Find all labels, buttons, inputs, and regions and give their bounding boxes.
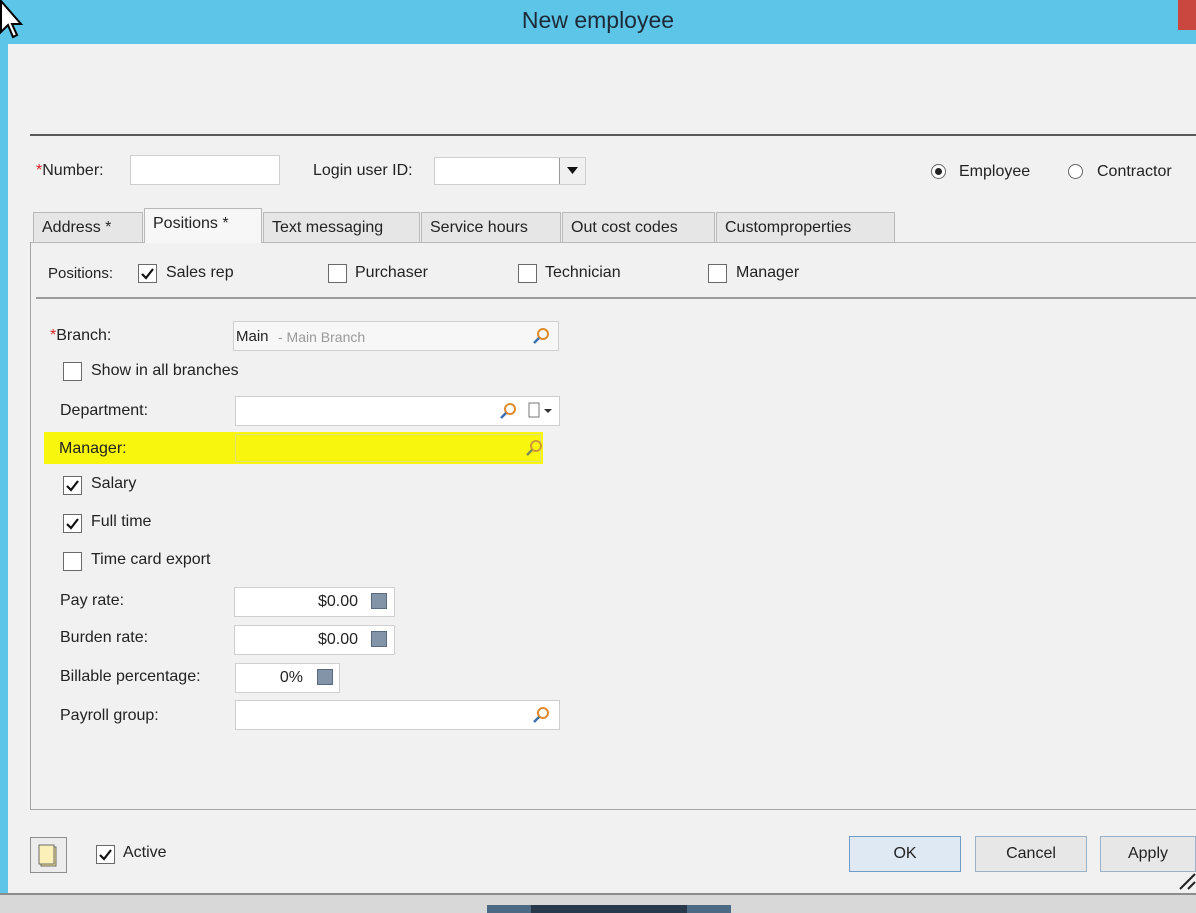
contractor-radio-label: Contractor	[1097, 163, 1172, 180]
full-time-label: Full time	[91, 513, 152, 530]
technician-label: Technician	[545, 264, 621, 281]
window-title: New employee	[521, 7, 675, 33]
tab-service-hours[interactable]: Service hours	[421, 212, 561, 242]
payroll-group-field[interactable]	[235, 700, 560, 730]
technician-checkbox[interactable]	[518, 264, 537, 283]
mouse-cursor-icon	[0, 0, 24, 39]
manager-label: Manager:	[59, 440, 127, 457]
cancel-button[interactable]: Cancel	[975, 836, 1087, 872]
pay-rate-label: Pay rate:	[60, 592, 125, 609]
show-all-branches-checkbox[interactable]	[63, 362, 82, 381]
header-separator	[30, 134, 1196, 136]
tab-customproperties[interactable]: Customproperties	[716, 212, 895, 242]
purchaser-label: Purchaser	[355, 264, 428, 281]
sales-rep-label: Sales rep	[166, 264, 234, 281]
notes-icon	[38, 844, 57, 867]
burden-rate-label: Burden rate:	[60, 629, 149, 646]
resize-grip-icon[interactable]	[1176, 870, 1196, 890]
manager-position-label: Manager	[736, 264, 800, 281]
sales-rep-checkbox[interactable]	[138, 264, 157, 283]
window-border	[0, 44, 8, 904]
number-input[interactable]	[130, 155, 280, 185]
login-user-id-label: Login user ID:	[313, 162, 413, 179]
branch-field[interactable]: Main - Main Branch	[233, 321, 559, 351]
employee-radio-label: Employee	[959, 163, 1031, 180]
show-all-branches-label: Show in all branches	[91, 362, 239, 379]
manager-field[interactable]	[235, 434, 544, 462]
contractor-radio[interactable]	[1068, 164, 1083, 179]
search-icon[interactable]	[533, 706, 551, 724]
close-button[interactable]	[1178, 0, 1196, 30]
new-record-dropdown-icon[interactable]	[527, 402, 555, 420]
number-label: *Number:	[36, 162, 104, 179]
branch-description: - Main Branch	[278, 329, 366, 345]
search-icon[interactable]	[533, 327, 551, 345]
calculator-icon[interactable]	[371, 593, 387, 609]
checkmark-icon	[66, 480, 79, 492]
ok-button[interactable]: OK	[849, 836, 961, 872]
checkmark-icon	[99, 849, 112, 861]
taskbar-button[interactable]	[487, 905, 531, 913]
salary-checkbox[interactable]	[63, 476, 82, 495]
purchaser-checkbox[interactable]	[328, 264, 347, 283]
search-icon[interactable]	[500, 402, 518, 420]
positions-panel	[30, 242, 1196, 810]
branch-code: Main	[236, 328, 269, 345]
login-user-id-combo[interactable]	[434, 157, 586, 185]
tab-positions[interactable]: Positions *	[144, 208, 262, 243]
search-icon[interactable]	[526, 439, 544, 457]
manager-position-checkbox[interactable]	[708, 264, 727, 283]
checkmark-icon	[141, 268, 154, 280]
active-label: Active	[123, 844, 167, 861]
employee-radio[interactable]	[931, 164, 946, 179]
branch-label: *Branch:	[50, 327, 112, 344]
positions-label: Positions:	[48, 265, 114, 282]
taskbar-button[interactable]	[687, 905, 731, 913]
time-card-export-checkbox[interactable]	[63, 552, 82, 571]
tab-text-messaging[interactable]: Text messaging	[263, 212, 420, 242]
billable-percentage-label: Billable percentage:	[60, 668, 201, 685]
chevron-down-icon	[567, 167, 578, 174]
department-label: Department:	[60, 402, 149, 419]
active-checkbox[interactable]	[96, 845, 115, 864]
apply-button[interactable]: Apply	[1100, 836, 1196, 872]
department-field[interactable]	[235, 396, 560, 426]
notes-button[interactable]	[30, 837, 67, 873]
combo-dropdown-button[interactable]	[559, 158, 585, 184]
time-card-export-label: Time card export	[91, 551, 211, 568]
calculator-icon[interactable]	[317, 669, 333, 685]
payroll-group-label: Payroll group:	[60, 707, 159, 724]
tab-address[interactable]: Address *	[33, 212, 143, 242]
tab-out-cost-codes[interactable]: Out cost codes	[562, 212, 715, 242]
salary-label: Salary	[91, 475, 137, 492]
positions-separator	[36, 297, 1196, 299]
taskbar-button[interactable]	[531, 905, 687, 913]
full-time-checkbox[interactable]	[63, 514, 82, 533]
checkmark-icon	[66, 518, 79, 530]
calculator-icon[interactable]	[371, 631, 387, 647]
